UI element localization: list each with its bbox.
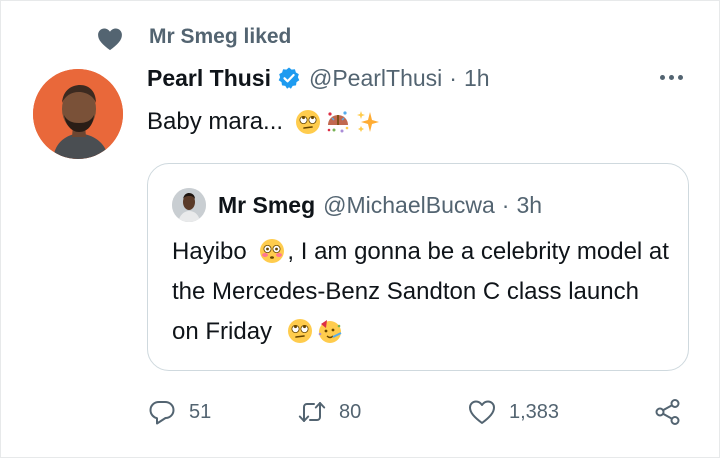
more-dot-icon: [659, 74, 665, 80]
reply-button[interactable]: 51: [147, 395, 211, 429]
tweet-text-content: Baby mara...: [147, 108, 284, 135]
retweet-button[interactable]: 80: [297, 395, 361, 429]
like-button[interactable]: 1,383: [467, 395, 559, 429]
social-context-text[interactable]: Mr Smeg liked: [149, 25, 291, 49]
share-icon: [655, 399, 680, 425]
tweet-action-bar: 51 80 1,383: [147, 395, 707, 429]
more-dot-icon: [668, 74, 674, 80]
quoted-author-handle: @MichaelBucwa: [323, 191, 495, 218]
rolling-eyes-emoji: [287, 318, 312, 343]
quoted-text-part1: Hayibo: [172, 238, 247, 265]
reply-icon: [149, 401, 175, 425]
more-dot-icon: [677, 74, 683, 80]
rolling-eyes-emoji: [296, 110, 321, 134]
tweet-header: Pearl Thusi @PearlThusi · 1h: [147, 61, 490, 95]
tweet-text: Baby mara...: [147, 105, 381, 139]
quoted-tweet-header: Mr Smeg @MichaelBucwa · 3h: [172, 188, 542, 222]
author-handle[interactable]: @PearlThusi: [309, 65, 442, 92]
quoted-tweet-text: Hayibo , I am gonna be a celebrity model…: [172, 232, 672, 352]
share-button[interactable]: [653, 395, 683, 429]
quoted-author-name: Mr Smeg: [218, 191, 316, 218]
like-count: 1,383: [509, 400, 560, 423]
flushed-face-emoji: [260, 238, 285, 263]
tweet-timestamp[interactable]: 1h: [464, 65, 490, 92]
sparkles-emoji: [357, 111, 380, 132]
retweet-icon: [298, 402, 326, 422]
quoted-timestamp: 3h: [516, 191, 543, 218]
verified-badge-icon: [278, 67, 300, 89]
avatar[interactable]: [33, 69, 123, 159]
avatar-image: [33, 69, 123, 159]
retweet-count: 80: [339, 400, 362, 423]
like-heart-icon: [469, 400, 495, 424]
confetti-ball-emoji: [327, 111, 349, 133]
reply-count: 51: [189, 400, 212, 423]
author-name[interactable]: Pearl Thusi: [147, 65, 271, 92]
quoted-avatar-image: [172, 188, 206, 222]
quoted-text-part2: , I am gonna be a celebrity model at the…: [172, 238, 669, 345]
partying-face-emoji: [318, 319, 342, 343]
header-separator: ·: [449, 64, 457, 91]
quoted-header-separator: ·: [501, 191, 510, 218]
more-options-button[interactable]: [653, 65, 689, 89]
heart-icon: [98, 28, 122, 51]
quoted-avatar: [172, 188, 206, 222]
tweet-card[interactable]: Mr Smeg liked Pearl Thusi @PearlThusi · …: [0, 0, 720, 458]
quoted-tweet[interactable]: Mr Smeg @MichaelBucwa · 3h Hayibo , I am…: [147, 163, 689, 371]
